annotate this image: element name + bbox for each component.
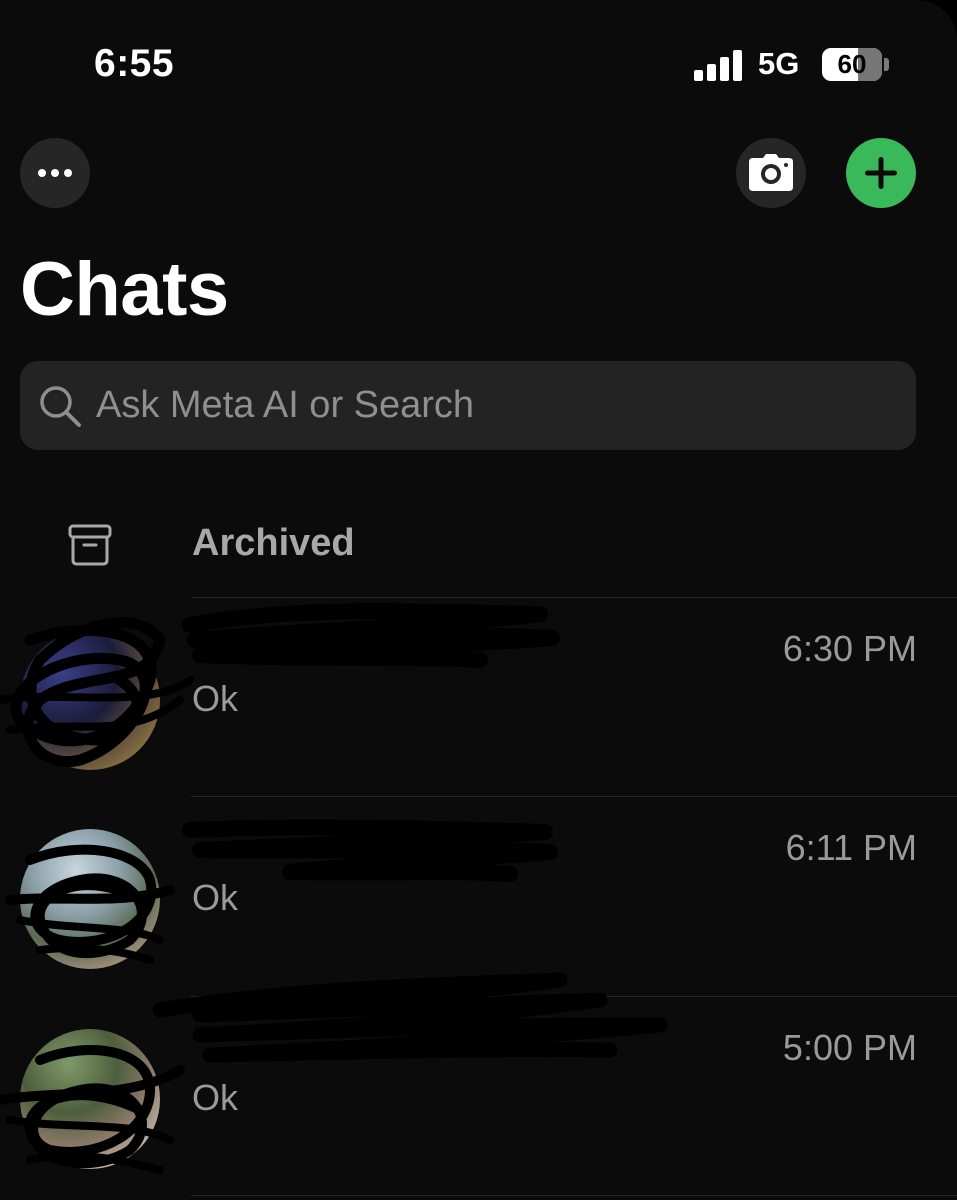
status-bar: 6:55 5G 60 bbox=[0, 0, 957, 110]
chat-last-message: Ok bbox=[192, 877, 239, 918]
chat-timestamp: 6:11 PM bbox=[785, 827, 917, 868]
chat-timestamp: 5:00 PM bbox=[782, 1027, 917, 1068]
archive-box-icon bbox=[68, 524, 112, 566]
redacted-contact-name bbox=[192, 626, 552, 672]
more-options-button[interactable] bbox=[20, 138, 90, 208]
chat-list-item[interactable]: 6:30 PM Ok bbox=[0, 598, 957, 796]
search-input[interactable]: Ask Meta AI or Search bbox=[20, 361, 916, 450]
new-chat-button[interactable] bbox=[846, 138, 916, 208]
redacted-contact-name bbox=[192, 825, 552, 871]
camera-icon bbox=[749, 154, 793, 191]
chat-list-item[interactable]: 6:11 PM Ok bbox=[0, 797, 957, 995]
divider bbox=[191, 1195, 957, 1196]
page-title: Chats bbox=[20, 247, 229, 332]
status-time: 6:55 bbox=[94, 42, 175, 85]
chat-timestamp: 6:30 PM bbox=[782, 628, 917, 669]
chat-last-message: Ok bbox=[192, 1077, 239, 1118]
plus-icon bbox=[865, 157, 897, 189]
redacted-contact-name bbox=[192, 1025, 552, 1071]
avatar bbox=[20, 630, 160, 770]
archived-chats-row[interactable]: Archived bbox=[0, 500, 957, 598]
avatar bbox=[20, 829, 160, 969]
camera-button[interactable] bbox=[736, 138, 806, 208]
battery-icon: 60 bbox=[822, 48, 882, 81]
avatar bbox=[20, 1029, 160, 1169]
ellipsis-icon bbox=[38, 169, 72, 177]
chats-screen: 6:55 5G 60 Chats Ask Meta AI or Search A… bbox=[0, 0, 957, 1200]
network-type: 5G bbox=[758, 46, 800, 81]
battery-level: 60 bbox=[837, 49, 867, 79]
cellular-signal-icon bbox=[694, 47, 744, 81]
battery-terminal bbox=[884, 58, 889, 71]
archived-label: Archived bbox=[192, 522, 355, 564]
search-placeholder: Ask Meta AI or Search bbox=[96, 384, 475, 426]
search-icon bbox=[40, 385, 81, 427]
chat-last-message: Ok bbox=[192, 678, 239, 719]
chat-list-item[interactable]: 5:00 PM Ok bbox=[0, 997, 957, 1195]
